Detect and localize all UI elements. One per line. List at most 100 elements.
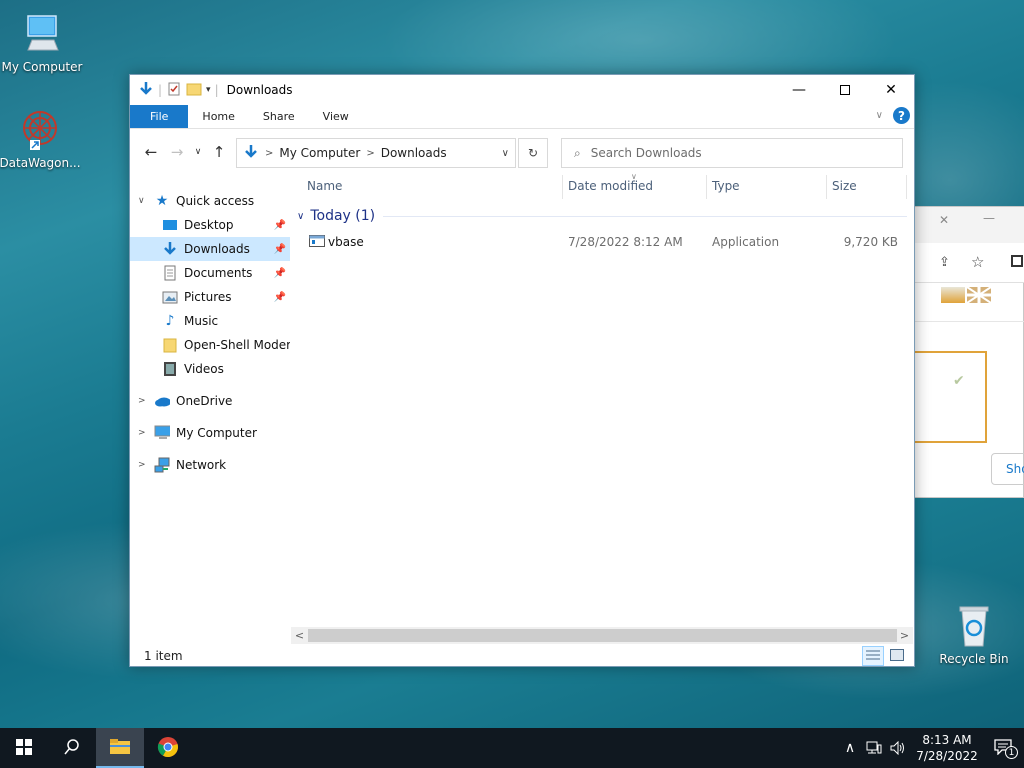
tab-view[interactable]: View [309,105,363,128]
arrow-up-icon: ↑ [212,143,226,161]
desktop-icon-recycle-bin[interactable]: Recycle Bin [932,602,1016,666]
tab-share[interactable]: Share [249,105,309,128]
chrome-icon [157,736,179,761]
new-folder-icon[interactable] [186,81,202,100]
search-input[interactable] [590,146,891,160]
column-headers: Name Date modified ∨ Type Size [291,172,913,199]
address-bar[interactable]: > My Computer > Downloads ∨ [236,138,516,168]
scrollbar-thumb[interactable] [308,629,897,642]
taskbar-file-explorer[interactable] [96,728,144,768]
network-status-icon[interactable] [862,741,886,755]
properties-icon[interactable] [166,81,182,100]
nav-my-computer[interactable]: > My Computer [130,421,290,445]
volume-icon[interactable] [886,741,910,755]
breadcrumb-separator-icon[interactable]: > [366,148,374,159]
clock[interactable]: 8:13 AM 7/28/2022 [910,732,984,764]
large-icons-view-icon [890,648,904,664]
title-bar[interactable]: | ▾ | Downloads — ✕ [130,75,914,105]
breadcrumb-my-computer[interactable]: My Computer [279,146,360,160]
music-icon: ♪ [165,313,175,329]
column-type[interactable]: Type [712,179,740,193]
flag-icon [941,287,965,303]
nav-item-open-shell[interactable]: Open-Shell Modern [130,333,290,357]
horizontal-scrollbar[interactable]: < > [291,627,913,644]
cloud-icon [154,393,170,409]
star-icon[interactable]: ☆ [971,253,984,271]
chevron-down-icon[interactable]: ∨ [138,196,145,206]
refresh-button[interactable]: ↻ [518,138,548,168]
address-dropdown-icon[interactable]: ∨ [502,148,509,159]
nav-item-music[interactable]: ♪ Music [130,309,290,333]
network-icon [154,457,170,473]
nav-onedrive[interactable]: > OneDrive [130,389,290,413]
details-view-button[interactable] [862,646,884,666]
search-taskbar-button[interactable] [48,728,96,768]
minimize-button[interactable]: — [776,75,822,105]
forward-button[interactable]: → [164,139,190,165]
share-icon[interactable]: ⇪ [939,255,950,270]
chevron-down-icon[interactable]: ∨ [297,211,304,222]
desktop-icon-datawagon[interactable]: DataWagon... [0,106,82,170]
column-date-modified[interactable]: Date modified [568,179,653,193]
nav-network[interactable]: > Network [130,453,290,477]
background-card: ✔ [913,351,987,443]
details-view-icon [866,649,880,664]
nav-item-videos[interactable]: Videos [130,357,290,381]
arrow-right-icon: → [170,143,184,161]
scroll-left-icon[interactable]: < [291,627,308,644]
scroll-right-icon[interactable]: > [896,627,913,644]
breadcrumb-downloads[interactable]: Downloads [381,146,447,160]
show-hidden-icons-button[interactable]: ∧ [838,740,862,756]
pin-icon[interactable]: 📌 [274,292,286,303]
tab-file[interactable]: File [130,105,189,128]
pin-icon[interactable]: 📌 [274,268,286,279]
group-header-today[interactable]: ∨ Today (1) [291,205,911,227]
large-icons-view-button[interactable] [886,646,908,666]
background-window[interactable]: ✕ — ⇪ ☆ ✔ Sho [912,206,1024,498]
clock-date: 7/28/2022 [916,749,978,763]
nav-item-desktop[interactable]: Desktop 📌 [130,213,290,237]
clock-time: 8:13 AM [922,733,972,747]
datawagon-icon [16,106,64,154]
notification-count-badge: 1 [1005,746,1018,759]
search-box[interactable]: ⌕ [561,138,903,168]
pin-icon[interactable]: 📌 [274,244,286,255]
navigation-bar: ← → ∨ ↑ > My Computer > Downloads ∨ ↻ ⌕ [130,129,914,175]
close-icon: ✕ [885,82,897,98]
action-center-button[interactable]: 1 [984,739,1024,759]
chevron-right-icon[interactable]: > [138,428,146,438]
up-button[interactable]: ↑ [206,139,232,165]
file-list: Name Date modified ∨ Type Size ∨ Today (… [291,172,913,645]
desktop-icon-my-computer[interactable]: My Computer [0,10,84,74]
pin-icon[interactable]: 📌 [274,220,286,231]
sort-indicator-icon: ∨ [631,172,637,181]
maximize-button[interactable] [822,75,868,105]
breadcrumb-separator-icon[interactable]: > [265,148,273,159]
nav-item-pictures[interactable]: Pictures 📌 [130,285,290,309]
tab-home[interactable]: Home [188,105,248,128]
close-button[interactable]: ✕ [868,75,914,105]
nav-item-downloads[interactable]: Downloads 📌 [130,237,290,261]
customize-dropdown-icon[interactable]: ▾ [206,85,211,95]
sidebar-icon[interactable] [1011,255,1023,267]
help-icon[interactable]: ? [893,107,910,124]
desktop-icon-label: DataWagon... [0,156,81,170]
start-button[interactable] [0,728,48,768]
status-bar: 1 item [130,645,914,667]
explorer-window[interactable]: | ▾ | Downloads — ✕ File Home Share View… [129,74,915,667]
taskbar-chrome[interactable] [144,728,192,768]
back-button[interactable]: ← [138,139,164,165]
recent-locations-button[interactable]: ∨ [190,139,206,165]
column-name[interactable]: Name [307,179,342,193]
nav-item-documents[interactable]: Documents 📌 [130,261,290,285]
table-row[interactable]: vbase 7/28/2022 8:12 AM Application 9,72… [291,231,911,253]
expand-ribbon-icon[interactable]: ∨ [876,110,883,121]
nav-quick-access[interactable]: ∨ ★ Quick access [130,189,290,213]
chevron-up-icon: ∧ [844,740,856,756]
column-size[interactable]: Size [832,179,857,193]
videos-icon [162,361,178,377]
chevron-right-icon[interactable]: > [138,396,146,406]
quick-access-toolbar: | ▾ | [130,81,219,100]
chevron-right-icon[interactable]: > [138,460,146,470]
background-button[interactable]: Sho [991,453,1024,485]
